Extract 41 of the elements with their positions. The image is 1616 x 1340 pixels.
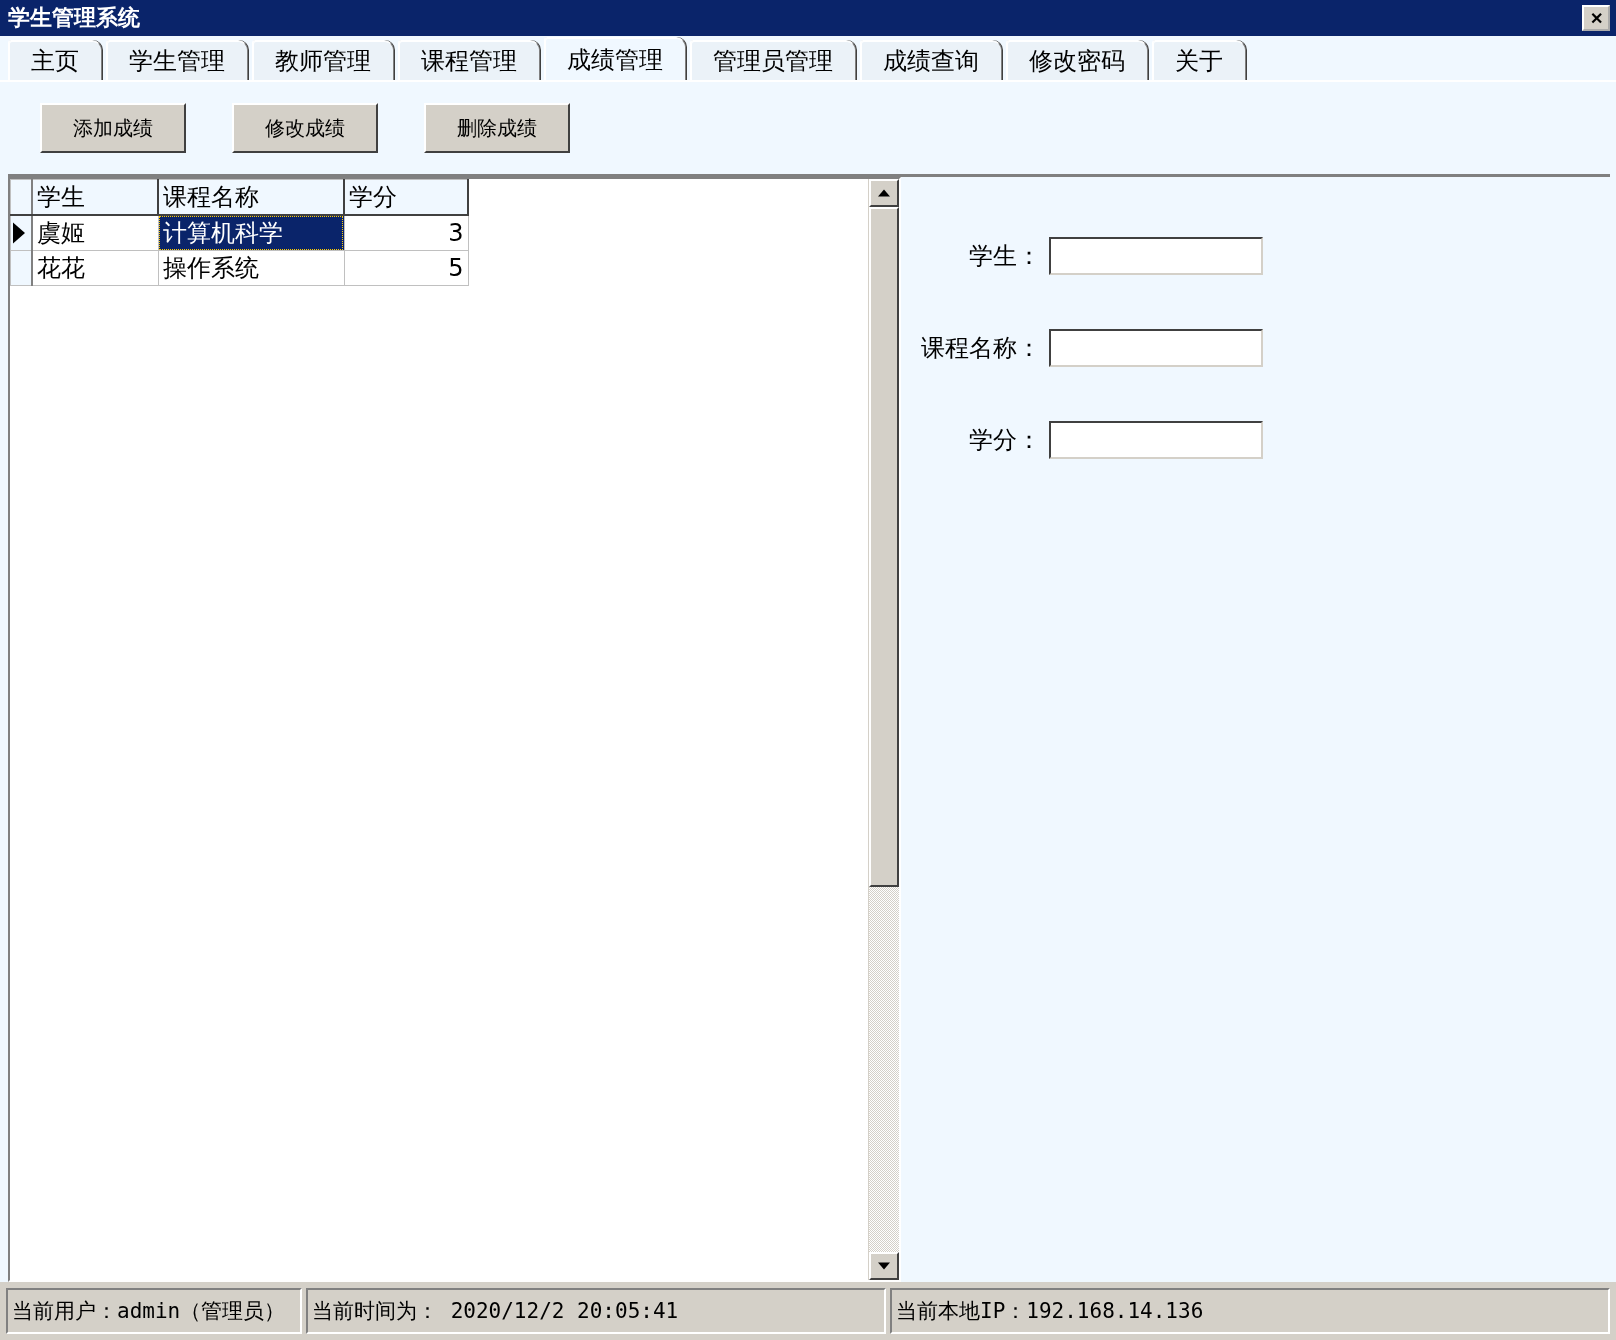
tab[interactable]: 成绩查询 (860, 40, 1002, 80)
field-label: 学分： (968, 425, 1042, 456)
input-field[interactable] (1049, 421, 1263, 459)
row-header (10, 179, 32, 215)
table-cell: 操作系统 (158, 250, 344, 286)
input-field[interactable] (1049, 237, 1263, 275)
action-button[interactable]: 修改成绩 (232, 103, 378, 153)
current-row-icon (13, 222, 25, 244)
tab[interactable]: 教师管理 (252, 40, 394, 80)
row-header[interactable] (10, 215, 32, 251)
scroll-thumb[interactable] (869, 207, 899, 887)
column-header[interactable]: 学分 (344, 179, 468, 215)
action-button[interactable]: 添加成绩 (40, 103, 186, 153)
scroll-down-button[interactable] (869, 1252, 899, 1280)
tab[interactable]: 修改密码 (1006, 40, 1148, 80)
field-label: 学生： (968, 241, 1042, 272)
up-arrow-icon (878, 189, 890, 197)
status-time: 当前时间为： 2020/12/2 20:05:41 (306, 1288, 886, 1334)
tab[interactable]: 关于 (1152, 40, 1246, 80)
tab[interactable]: 管理员管理 (690, 40, 856, 80)
action-button[interactable]: 删除成绩 (424, 103, 570, 153)
field-label: 课程名称： (920, 333, 1042, 364)
vertical-scrollbar[interactable] (868, 179, 899, 1280)
tab[interactable]: 成绩管理 (544, 37, 686, 81)
status-user: 当前用户：admin（管理员） (6, 1288, 302, 1334)
table-cell: 3 (344, 215, 468, 251)
status-ip: 当前本地IP：192.168.14.136 (890, 1288, 1610, 1334)
close-button[interactable]: ✕ (1582, 5, 1610, 31)
scroll-up-button[interactable] (869, 179, 899, 207)
table-cell: 花花 (32, 250, 158, 286)
input-field[interactable] (1049, 329, 1263, 367)
window-title: 学生管理系统 (8, 4, 140, 32)
down-arrow-icon (878, 1262, 890, 1270)
tab[interactable]: 学生管理 (106, 40, 248, 80)
tab[interactable]: 主页 (8, 40, 102, 80)
column-header[interactable]: 学生 (32, 179, 158, 215)
tab[interactable]: 课程管理 (398, 40, 540, 80)
table-cell: 5 (344, 250, 468, 286)
table-cell: 计算机科学 (158, 215, 344, 251)
column-header[interactable]: 课程名称 (158, 179, 344, 215)
table-cell: 虞姬 (32, 215, 158, 251)
